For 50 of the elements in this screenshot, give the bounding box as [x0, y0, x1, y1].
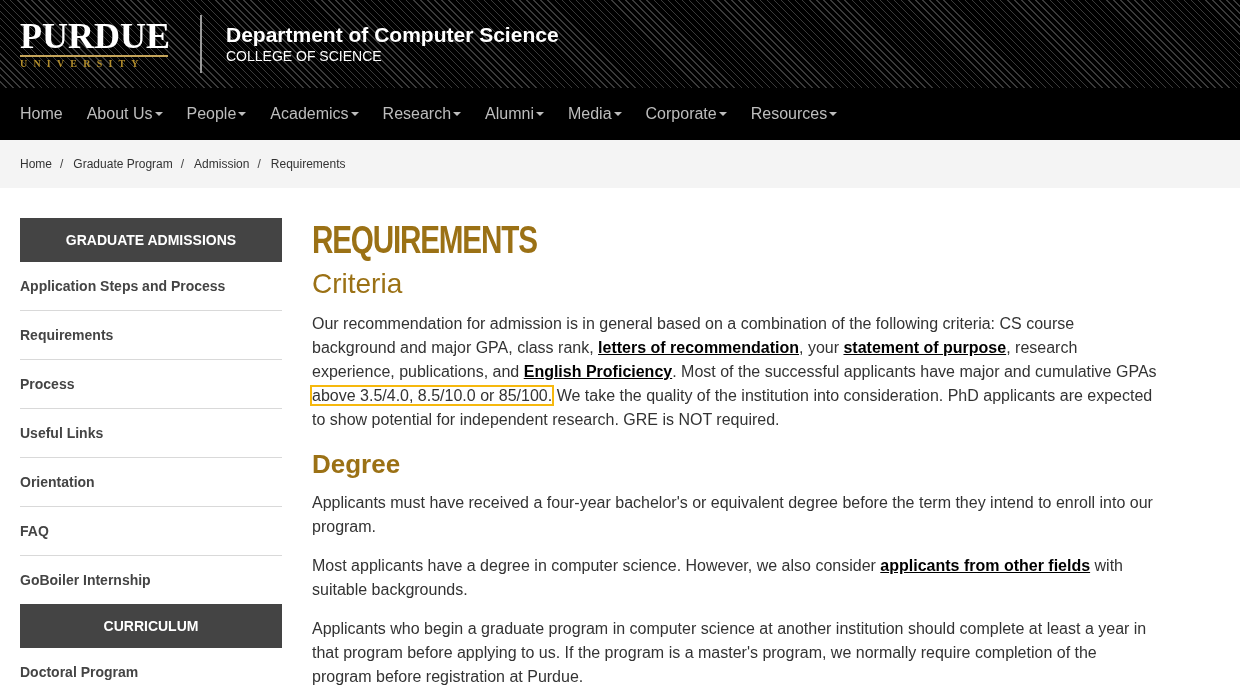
- sidebar-link[interactable]: FAQ: [20, 523, 49, 539]
- breadcrumb-separator: /: [180, 157, 185, 171]
- paragraph: Applicants who begin a graduate program in computer science at another institution should complete at least a year in that program before applying to us. If the program is a master's program, we normally require completion of the program before registration at Purdue.: [312, 619, 1148, 687]
- section-heading: Criteria: [312, 267, 404, 301]
- sidebar-link[interactable]: Orientation: [20, 474, 95, 490]
- nav-item[interactable]: Home: [20, 105, 63, 123]
- caret-icon[interactable]: [154, 112, 163, 116]
- text-link[interactable]: letters of recommendation: [598, 339, 799, 356]
- nav-item[interactable]: Alumni: [485, 105, 544, 123]
- text-link[interactable]: applicants from other fields: [880, 557, 1091, 574]
- logo-subline[interactable]: UNIVERSITY: [20, 57, 145, 70]
- sidebar-heading: CURRICULUM: [20, 604, 282, 648]
- nav-item[interactable]: Resources: [750, 105, 838, 123]
- nav-item[interactable]: Research: [382, 105, 462, 123]
- breadcrumb-separator: /: [60, 157, 64, 171]
- caret-icon[interactable]: [453, 112, 462, 116]
- sidebar-link[interactable]: GoBoiler Internship: [20, 572, 151, 588]
- nav-item[interactable]: Corporate: [645, 105, 727, 123]
- caret-icon[interactable]: [718, 112, 727, 116]
- sidebar-link[interactable]: Doctoral Program: [20, 664, 139, 680]
- site-title[interactable]: Department of Computer Science: [226, 23, 559, 47]
- caret-icon[interactable]: [238, 112, 247, 116]
- text-link[interactable]: statement of purpose: [843, 339, 1007, 356]
- breadcrumb-separator: /: [257, 157, 261, 171]
- sidebar-heading: GRADUATE ADMISSIONS: [20, 218, 282, 262]
- page-title: REQUIREMENTS: [312, 218, 537, 262]
- logo-wordmark[interactable]: PURDUE: [20, 18, 170, 53]
- highlighted-text: above 3.5/4.0, 8.5/10.0 or 85/100.: [312, 387, 553, 404]
- breadcrumb-item[interactable]: Admission: [194, 157, 250, 171]
- breadcrumb-item[interactable]: Home: [20, 157, 52, 171]
- nav-item[interactable]: Media: [567, 105, 622, 123]
- sidebar-link[interactable]: Application Steps and Process: [20, 278, 226, 294]
- nav-item[interactable]: Academics: [270, 105, 359, 123]
- site-subtitle: COLLEGE OF SCIENCE: [226, 47, 383, 65]
- sidebar-link[interactable]: Process: [20, 376, 75, 392]
- paragraph: Most applicants have a degree in computer science. However, we also consider applicants from other fields with suitable backgrounds.: [312, 556, 1124, 600]
- sidebar-link[interactable]: Requirements: [20, 327, 114, 343]
- nav-item[interactable]: People: [186, 105, 247, 123]
- caret-icon[interactable]: [350, 112, 359, 116]
- text-link[interactable]: English Proficiency: [523, 363, 673, 380]
- breadcrumb-item: Requirements: [270, 157, 346, 171]
- breadcrumb-item[interactable]: Graduate Program: [73, 157, 173, 171]
- caret-icon[interactable]: [535, 112, 544, 116]
- nav-item[interactable]: About Us: [86, 105, 163, 123]
- caret-icon[interactable]: [829, 112, 838, 116]
- paragraph: Our recommendation for admission is in general based on a combination of the following criteria: CS course background and major GPA, class rank, letters of recommendation, your statement of purpose, research experience, publications, and English Proficiency. Most of the successful applicants have major and cumulative GPAs above 3.5/4.0, 8.5/10.0 or 85/100. We take the quality of the institution into consideration. PhD applicants are expected to show potential for independent research. GRE is NOT required.: [312, 314, 1158, 430]
- paragraph: Applicants must have received a four-year bachelor's or equivalent degree before the term they intend to enroll into our program.: [312, 493, 1154, 537]
- caret-icon[interactable]: [613, 112, 622, 116]
- section-heading: Degree: [312, 448, 402, 481]
- sidebar-link[interactable]: Useful Links: [20, 425, 104, 441]
